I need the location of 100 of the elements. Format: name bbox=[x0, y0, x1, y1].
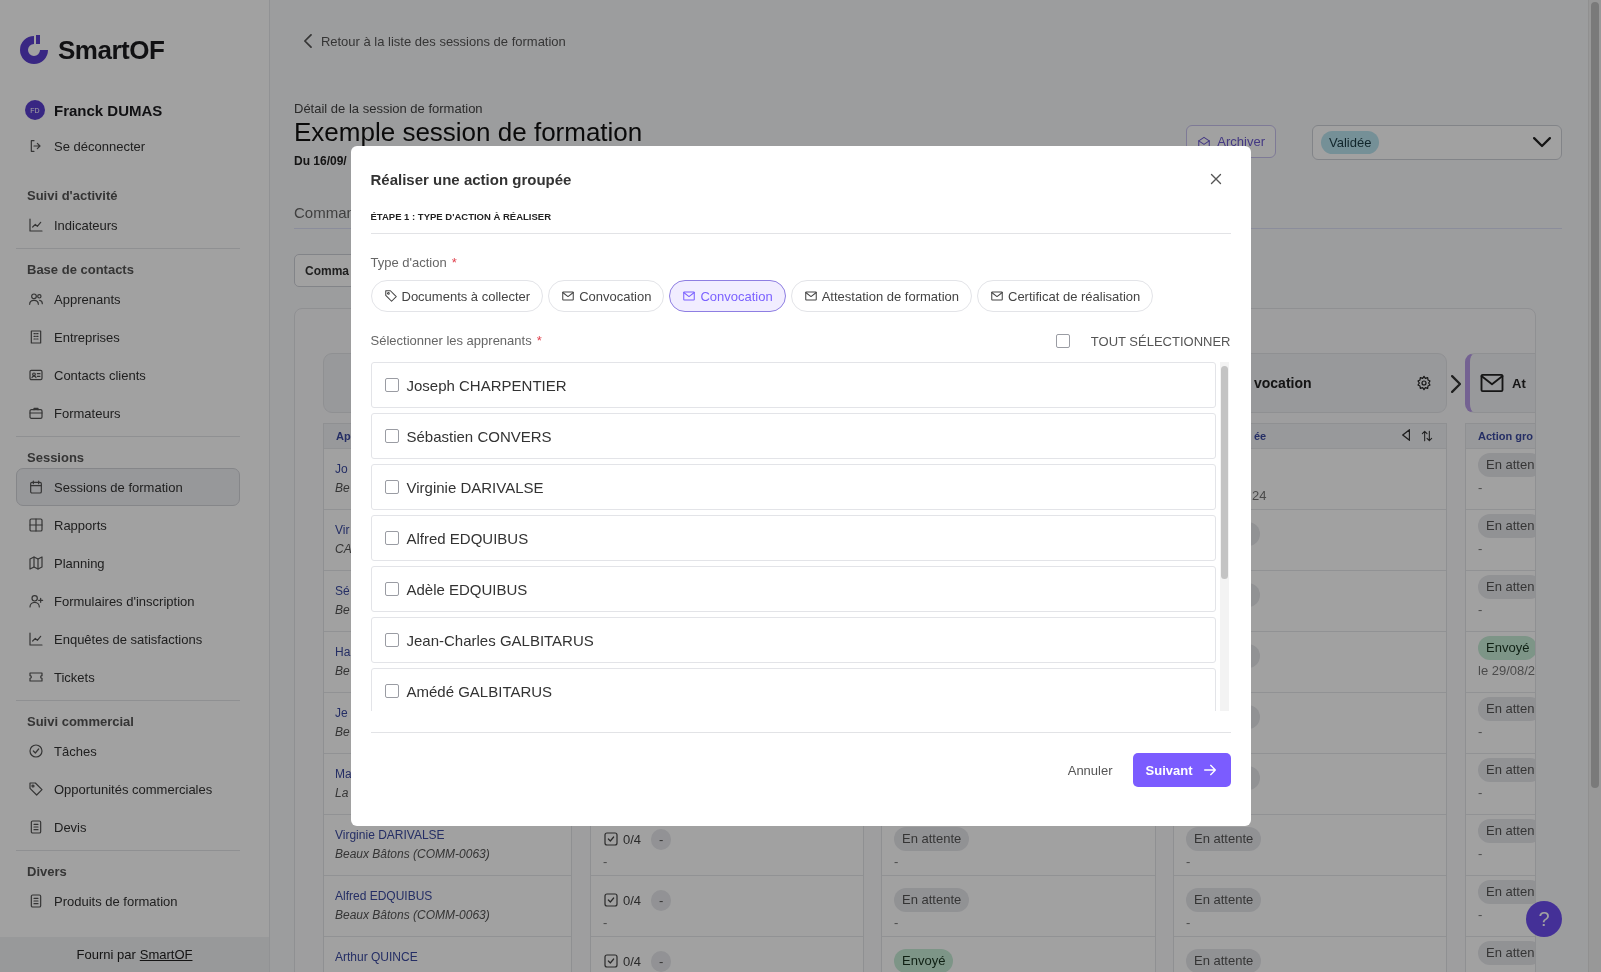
company-text: CA bbox=[335, 541, 352, 557]
checkbox[interactable] bbox=[384, 378, 399, 392]
ticket-icon bbox=[28, 669, 44, 685]
checkbox[interactable] bbox=[1055, 334, 1070, 348]
learner-link[interactable]: Arthur QUINCE bbox=[335, 949, 418, 965]
section-title: Suivi commercial bbox=[26, 713, 135, 731]
sidebar-item[interactable]: Tâches bbox=[16, 732, 240, 770]
status-tag: Envoyé bbox=[894, 949, 954, 972]
learner-link[interactable]: Alfred EDQUIBUS bbox=[335, 888, 433, 904]
status-tag: En atten bbox=[1478, 941, 1535, 965]
required-mark: * bbox=[536, 333, 542, 349]
status-tag: En attente bbox=[1186, 888, 1262, 912]
learner-option[interactable]: Adèle EDQUIBUS bbox=[370, 566, 1216, 612]
sidebar-item[interactable]: Enquêtes de satisfactions bbox=[16, 620, 240, 658]
triangle-left-icon bbox=[1401, 429, 1410, 441]
checkbox-icon bbox=[603, 831, 619, 847]
check-circle-icon bbox=[28, 743, 44, 759]
sidebar-item[interactable]: Planning bbox=[16, 544, 240, 582]
chevron-left-icon bbox=[304, 34, 312, 48]
help-button[interactable]: ? bbox=[1526, 901, 1562, 937]
status-tag: En atten bbox=[1478, 514, 1535, 538]
briefcase-icon bbox=[28, 405, 44, 421]
sidebar-item[interactable]: Produits de formation bbox=[16, 882, 240, 920]
status-tag: Envoyé bbox=[1478, 636, 1535, 660]
map-icon bbox=[28, 555, 44, 571]
column-title: Action gro bbox=[1478, 430, 1533, 442]
learner-option[interactable]: Jean-Charles GALBITARUS bbox=[370, 617, 1216, 663]
document-icon bbox=[28, 819, 44, 835]
company-text: La bbox=[335, 785, 349, 801]
footer-text: Fourni par bbox=[76, 947, 136, 962]
status-tag: En atten bbox=[1478, 697, 1535, 721]
page-title: Exemple session de formation bbox=[294, 118, 643, 146]
company-text: Beaux Bâtons (COMM-0063) bbox=[335, 846, 490, 862]
sidebar-item[interactable]: Rapports bbox=[16, 506, 240, 544]
chevron-right-icon bbox=[1450, 375, 1462, 393]
sidebar-item[interactable]: Sessions de formation bbox=[16, 468, 240, 506]
sidebar-item[interactable]: Entreprises bbox=[16, 318, 240, 356]
action-type-chip[interactable]: Attestation de formation bbox=[790, 280, 972, 312]
gear-icon bbox=[1416, 375, 1432, 391]
status-select[interactable]: Validée bbox=[1312, 125, 1562, 160]
section-title: Base de contacts bbox=[26, 261, 135, 279]
table-cell-text: - bbox=[1478, 846, 1484, 862]
learner-link[interactable]: Ha bbox=[335, 644, 351, 660]
checkbox[interactable] bbox=[384, 480, 399, 494]
column-title: At bbox=[1512, 375, 1526, 391]
sidebar-item[interactable]: Formulaires d'inscription bbox=[16, 582, 240, 620]
checkbox-icon bbox=[603, 953, 619, 969]
checkbox[interactable] bbox=[384, 684, 399, 698]
checkbox[interactable] bbox=[384, 429, 399, 443]
learner-option[interactable]: Amédé GALBITARUS bbox=[370, 668, 1216, 711]
select-all-label[interactable]: TOUT SÉLECTIONNER bbox=[1090, 333, 1231, 349]
status-tag: En atten bbox=[1478, 575, 1535, 599]
footer-link[interactable]: SmartOF bbox=[139, 947, 193, 962]
sidebar-item[interactable]: Opportunités commerciales bbox=[16, 770, 240, 808]
checkbox[interactable] bbox=[384, 633, 399, 647]
company-text: Be bbox=[335, 480, 350, 496]
learner-link[interactable]: Je bbox=[335, 705, 348, 721]
chart-icon bbox=[28, 217, 44, 233]
table-cell-text: - bbox=[1478, 602, 1484, 618]
required-mark: * bbox=[451, 255, 457, 271]
section-title: Suivi d'activité bbox=[26, 187, 119, 205]
action-type-chip[interactable]: Documents à collecter bbox=[370, 280, 544, 312]
learner-link[interactable]: Ma bbox=[335, 766, 352, 782]
count-tag: - bbox=[651, 828, 672, 850]
checkbox[interactable] bbox=[384, 531, 399, 545]
envelope-icon bbox=[682, 289, 697, 303]
user-plus-icon bbox=[28, 593, 44, 609]
scrollbar-thumb[interactable] bbox=[1591, 2, 1599, 788]
sidebar-item[interactable]: Tickets bbox=[16, 658, 240, 696]
sidebar-item[interactable]: Indicateurs bbox=[16, 206, 240, 244]
tag-icon bbox=[383, 289, 398, 303]
learner-option[interactable]: Virginie DARIVALSE bbox=[370, 464, 1216, 510]
sort-icon bbox=[1420, 429, 1434, 443]
learner-option[interactable]: Sébastien CONVERS bbox=[370, 413, 1216, 459]
action-type-chip[interactable]: Convocation bbox=[548, 280, 665, 312]
logo-text: SmartOF bbox=[58, 34, 165, 66]
building-icon bbox=[28, 329, 44, 345]
action-type-chip[interactable]: Convocation bbox=[669, 280, 786, 312]
learner-link[interactable]: Vir bbox=[335, 522, 350, 538]
status-tag: En attente bbox=[894, 888, 970, 912]
sidebar-item[interactable]: Contacts clients bbox=[16, 356, 240, 394]
column-title: vocation bbox=[1253, 375, 1313, 391]
logout-link[interactable]: Se déconnecter bbox=[16, 127, 240, 165]
back-link[interactable]: Retour à la liste des sessions de formation bbox=[294, 32, 1562, 50]
learner-link[interactable]: Sé bbox=[335, 583, 350, 599]
sidebar-item[interactable]: Apprenants bbox=[16, 280, 240, 318]
sidebar-item[interactable]: Formateurs bbox=[16, 394, 240, 432]
cancel-button[interactable]: Annuler bbox=[1067, 762, 1113, 778]
learner-option[interactable]: Alfred EDQUIBUS bbox=[370, 515, 1216, 561]
learner-link[interactable]: Virginie DARIVALSE bbox=[335, 827, 445, 843]
company-text: Be bbox=[335, 724, 350, 740]
learner-link[interactable]: Jo bbox=[335, 461, 348, 477]
envelope-icon bbox=[1197, 134, 1212, 149]
learner-option[interactable]: Joseph CHARPENTIER bbox=[370, 362, 1216, 408]
table-cell-text: - bbox=[1478, 785, 1484, 801]
sidebar-item[interactable]: Devis bbox=[16, 808, 240, 846]
id-card-icon bbox=[28, 367, 44, 383]
page-overline: Détail de la session de formation bbox=[294, 100, 484, 118]
action-type-chip[interactable]: Certificat de réalisation bbox=[977, 280, 1154, 312]
checkbox[interactable] bbox=[384, 582, 399, 596]
